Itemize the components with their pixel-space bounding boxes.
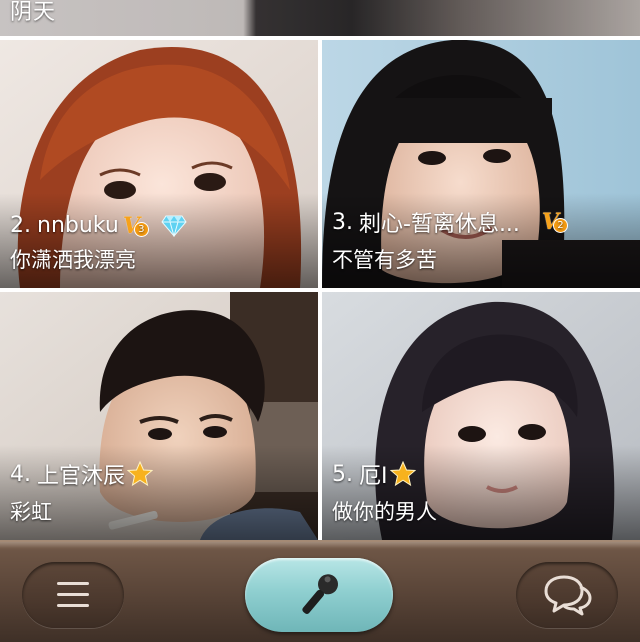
vip-level: 2	[552, 218, 568, 233]
microphone-icon	[302, 574, 338, 614]
user-name: nnbuku	[37, 213, 119, 238]
rank-number: 3.	[332, 209, 353, 235]
vip-level: 3	[133, 221, 149, 237]
toolbar-highlight	[0, 542, 640, 548]
user-name: 厄I	[359, 464, 388, 489]
user-name-row: 3. 刺心-暂离休息... V2	[332, 206, 568, 238]
photo-overlay	[0, 0, 640, 36]
user-card[interactable]: 4. 上官沐辰 彩虹	[0, 292, 318, 540]
user-card[interactable]: 5. 厄I 做你的男人	[322, 292, 640, 540]
user-signature: 做你的男人	[332, 500, 437, 524]
chat-bubbles-icon	[544, 575, 592, 616]
user-name-row: 4. 上官沐辰	[10, 458, 154, 490]
user-signature: 彩虹	[10, 500, 52, 524]
rank-number: 5.	[332, 461, 353, 487]
menu-icon	[57, 582, 89, 607]
user-card[interactable]: 2. nnbuku V3 你潇洒我漂亮	[0, 40, 318, 288]
user-name-row: 5. 厄I	[332, 458, 416, 490]
vip-badge-icon: V3	[123, 213, 149, 239]
rank-number: 4.	[10, 461, 31, 487]
user-name: 上官沐辰	[37, 464, 126, 489]
record-button[interactable]	[245, 558, 393, 632]
vip-badge-icon: V2	[542, 209, 568, 235]
menu-button[interactable]	[22, 562, 124, 628]
user-name-row: 2. nnbuku V3	[10, 213, 187, 239]
user-signature: 你潇洒我漂亮	[10, 248, 136, 272]
rank-number: 2.	[10, 213, 31, 238]
chat-button[interactable]	[516, 562, 618, 628]
previous-user-signature: 阴天	[10, 0, 57, 25]
bottom-toolbar	[0, 540, 640, 642]
user-name: 刺心-暂离休息...	[359, 212, 520, 237]
user-grid: 2. nnbuku V3 你潇洒我漂亮 3. 刺心-暂离休息... V 2 不管…	[0, 40, 640, 540]
user-signature: 不管有多苦	[332, 248, 437, 272]
diamond-icon	[161, 215, 187, 237]
star-icon	[389, 461, 416, 487]
previous-user-card[interactable]: 阴天	[0, 0, 640, 36]
user-card[interactable]: 3. 刺心-暂离休息... V2 不管有多苦	[322, 40, 640, 288]
star-icon	[127, 461, 154, 487]
